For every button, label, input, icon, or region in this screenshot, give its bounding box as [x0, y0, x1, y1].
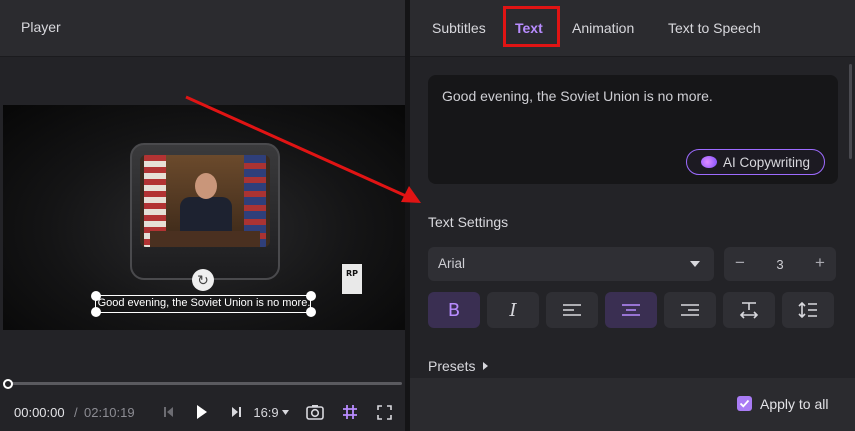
panel-scrollbar[interactable]: [849, 64, 852, 159]
ai-sparkle-icon: [700, 156, 717, 168]
speaker-body-image: [180, 197, 232, 235]
desk-image: [150, 231, 260, 247]
fullscreen-button[interactable]: [374, 401, 394, 423]
tab-subtitles[interactable]: Subtitles: [432, 20, 486, 36]
snapshot-button[interactable]: [305, 401, 325, 423]
tab-text-to-speech[interactable]: Text to Speech: [668, 20, 761, 36]
align-right-button[interactable]: [664, 292, 716, 328]
resize-handle-bottom-left[interactable]: [91, 307, 101, 317]
total-time: 02:10:19: [84, 405, 135, 420]
timeline-track[interactable]: [8, 382, 402, 385]
letter-spacing-button[interactable]: [723, 292, 775, 328]
bold-icon: B: [447, 299, 461, 321]
panel-footer: Apply to all: [410, 378, 855, 431]
apply-to-all-label[interactable]: Apply to all: [760, 396, 828, 412]
tab-bar: Subtitles Text Animation Text to Speech: [410, 0, 855, 57]
aspect-ratio-dropdown[interactable]: 16:9: [251, 401, 291, 423]
caret-right-icon[interactable]: [483, 362, 488, 370]
line-height-button[interactable]: [782, 292, 834, 328]
font-size-stepper[interactable]: − 3 +: [724, 247, 836, 281]
bold-button[interactable]: B: [428, 292, 480, 328]
font-family-dropdown[interactable]: Arial: [428, 247, 714, 281]
tab-highlight-box: [503, 6, 560, 47]
font-family-value: Arial: [438, 256, 466, 271]
letter-spacing-icon: [739, 302, 759, 319]
resize-handle-top-right[interactable]: [306, 291, 316, 301]
next-frame-button[interactable]: [229, 401, 243, 423]
checkmark-icon: [739, 399, 750, 408]
presets-toggle[interactable]: Presets: [428, 358, 475, 374]
line-height-icon: [798, 301, 817, 319]
aspect-ratio-label: 16:9: [253, 404, 279, 420]
increase-size-button[interactable]: +: [810, 253, 830, 273]
resize-handle-top-left[interactable]: [91, 291, 101, 301]
decrease-size-button[interactable]: −: [730, 253, 750, 273]
resize-handle-bottom-right[interactable]: [306, 307, 316, 317]
align-left-button[interactable]: [546, 292, 598, 328]
player-header: Player: [0, 0, 405, 57]
rotate-handle-icon[interactable]: ↻: [192, 269, 214, 291]
font-size-value[interactable]: 3: [770, 257, 790, 272]
next-frame-icon: [232, 407, 241, 417]
text-input-value[interactable]: Good evening, the Soviet Union is no mor…: [442, 88, 713, 104]
italic-icon: I: [509, 299, 517, 321]
previous-frame-icon: [164, 407, 173, 417]
caret-down-icon: [690, 261, 700, 267]
player-panel: Player ↻ RP Good evening, the Soviet Uni…: [0, 0, 405, 431]
align-right-icon: [681, 304, 699, 316]
align-left-icon: [563, 304, 581, 316]
current-time: 00:00:00: [14, 405, 65, 420]
text-settings-title: Text Settings: [428, 214, 509, 230]
speaker-head-image: [195, 173, 217, 199]
text-input-area[interactable]: Good evening, the Soviet Union is no mor…: [428, 75, 838, 184]
video-preview[interactable]: ↻ RP Good evening, the Soviet Union is n…: [3, 105, 405, 330]
camera-icon: [306, 405, 324, 420]
fullscreen-icon: [376, 404, 392, 420]
previous-frame-button[interactable]: [162, 401, 176, 423]
tab-animation[interactable]: Animation: [572, 20, 634, 36]
grid-button[interactable]: [340, 401, 360, 423]
ai-copywriting-button[interactable]: AI Copywriting: [686, 149, 825, 175]
rating-badge-text: RP: [345, 269, 359, 278]
subtitle-text: Good evening, the Soviet Union is no mor…: [97, 297, 311, 309]
text-editor-panel: Subtitles Text Animation Text to Speech …: [410, 0, 855, 431]
align-center-button[interactable]: [605, 292, 657, 328]
playhead-knob[interactable]: [3, 379, 13, 389]
tv-frame-image: [130, 143, 280, 280]
grid-icon: [343, 405, 357, 419]
play-icon: [197, 405, 207, 419]
tv-screen-image: [140, 155, 270, 247]
italic-button[interactable]: I: [487, 292, 539, 328]
align-center-icon: [622, 304, 640, 316]
ai-copywriting-label: AI Copywriting: [722, 154, 811, 170]
apply-to-all-checkbox[interactable]: [737, 396, 752, 411]
rating-badge: RP: [341, 263, 363, 295]
play-button[interactable]: [193, 401, 211, 423]
player-title: Player: [21, 19, 61, 35]
subtitle-selection-box[interactable]: Good evening, the Soviet Union is no mor…: [95, 295, 311, 313]
chevron-down-icon: [281, 409, 289, 415]
time-separator: /: [74, 405, 78, 420]
